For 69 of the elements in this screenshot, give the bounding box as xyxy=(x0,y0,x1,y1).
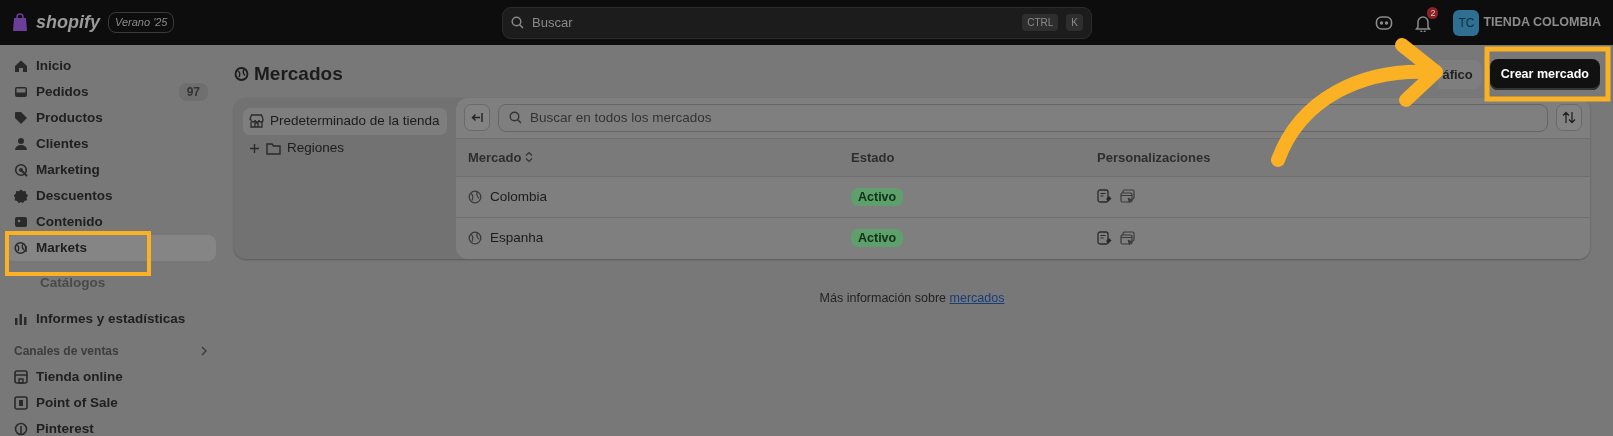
sidebar-item[interactable]: Markets xyxy=(6,235,216,261)
globe-currency-icon xyxy=(234,66,250,83)
arrow-left-bar-icon xyxy=(470,112,484,124)
market-name[interactable]: Colombia xyxy=(490,186,548,207)
store-name[interactable]: TIENDA COLOMBIA xyxy=(1483,13,1601,32)
sidebar-item[interactable]: Pedidos 97 xyxy=(6,79,216,105)
notification-count: 2 xyxy=(1427,6,1439,19)
document-tag-icon xyxy=(1097,230,1112,246)
person-icon xyxy=(14,137,28,151)
inbox-icon xyxy=(14,85,28,99)
windows-cursor-icon xyxy=(1120,230,1135,246)
sort-arrows-icon xyxy=(1562,111,1576,125)
bar-chart-icon xyxy=(14,312,28,326)
status-badge: Activo xyxy=(851,187,904,206)
sort-caret-icon xyxy=(525,151,534,164)
shopping-bag-icon xyxy=(12,13,28,32)
windows-cursor-icon xyxy=(1120,189,1135,205)
sidebar-item[interactable]: Tienda online xyxy=(6,364,216,390)
folder-icon xyxy=(266,141,281,155)
notification-bell-icon[interactable] xyxy=(1415,14,1432,32)
plus-icon xyxy=(249,142,260,154)
globe-icon xyxy=(468,189,482,204)
column-header: Personalizaciones xyxy=(1097,148,1212,167)
search-field[interactable]: Buscar CTRL K xyxy=(502,6,1092,39)
column-header: Estado xyxy=(851,148,896,167)
search-icon xyxy=(511,16,524,29)
store-icon xyxy=(249,114,264,129)
storefront-icon xyxy=(14,370,28,384)
document-tag-icon xyxy=(1097,189,1112,205)
shortcut-key: CTRL xyxy=(1022,14,1059,31)
pos-terminal-icon xyxy=(14,396,28,410)
collapse-panel-button[interactable] xyxy=(464,104,490,132)
search-field[interactable]: Buscar en todos los mercados xyxy=(498,103,1548,132)
shortcut-key: K xyxy=(1066,14,1083,31)
status-badge: Activo xyxy=(851,229,904,248)
search-icon xyxy=(509,111,522,125)
discount-badge-icon xyxy=(14,189,28,203)
sidebar-item[interactable]: Informes y estadísticas xyxy=(6,306,216,332)
market-name[interactable]: Espanha xyxy=(490,228,544,249)
sidebar-item[interactable]: Clientes xyxy=(6,131,216,157)
tree-item[interactable]: Regiones xyxy=(243,134,447,162)
sidebar-item[interactable]: Descuentos xyxy=(6,183,216,209)
sidebar-item[interactable]: Pinterest xyxy=(6,416,216,436)
section-header[interactable]: Canales de ventas xyxy=(6,338,216,364)
create-market-button[interactable]: Crear mercado xyxy=(1489,59,1600,90)
chevron-right-icon xyxy=(200,346,208,356)
assistant-face-icon[interactable] xyxy=(1375,14,1394,31)
target-cursor-icon xyxy=(14,163,28,177)
page-title: Mercados xyxy=(254,62,344,87)
brand-logo-text: shopify xyxy=(36,11,100,34)
tree-item[interactable]: Predeterminado de la tienda xyxy=(243,107,447,135)
image-frame-icon xyxy=(14,215,28,229)
globe-icon xyxy=(468,231,482,246)
sidebar-item[interactable]: Contenido xyxy=(6,209,216,235)
learn-more-link[interactable]: mercados xyxy=(949,290,1005,305)
learn-more-text: Más información sobre mercados xyxy=(819,290,1005,305)
sidebar-item[interactable]: Productos xyxy=(6,105,216,131)
secondary-button[interactable]: áfico xyxy=(1438,59,1482,90)
sidebar-item[interactable]: Point of Sale xyxy=(6,390,216,416)
globe-currency-icon xyxy=(14,241,28,255)
home-icon xyxy=(14,59,28,73)
order-count: 97 xyxy=(178,83,208,101)
sort-button[interactable] xyxy=(1556,104,1582,132)
column-header[interactable]: Mercado xyxy=(468,147,851,167)
tag-icon xyxy=(14,111,28,125)
store-avatar[interactable]: TC xyxy=(1453,9,1480,36)
sidebar-item[interactable]: Marketing xyxy=(6,157,216,183)
sidebar-item[interactable]: Inicio xyxy=(6,53,216,79)
edition-tag: Verano '25 xyxy=(108,12,175,33)
